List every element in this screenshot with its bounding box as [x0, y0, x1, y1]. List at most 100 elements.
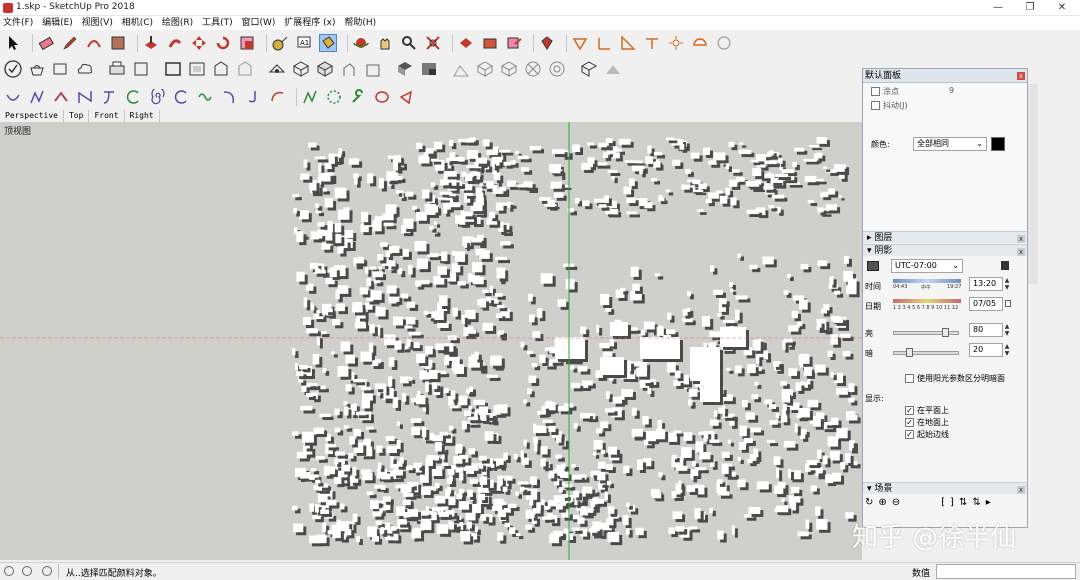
xray-icon[interactable]: [292, 60, 310, 78]
extension-warehouse-icon[interactable]: [481, 34, 499, 52]
green-curve-icon[interactable]: [301, 88, 319, 106]
check-icon[interactable]: [4, 60, 22, 78]
j-curve-icon[interactable]: [244, 88, 262, 106]
position-camera-icon[interactable]: [268, 60, 286, 78]
shaded-textures-icon[interactable]: [420, 60, 438, 78]
red-arc-curve-icon[interactable]: [268, 88, 286, 106]
jitter-point-checkbox[interactable]: [871, 87, 880, 96]
wave-curve-icon[interactable]: [196, 88, 214, 106]
cloud-icon[interactable]: [76, 60, 94, 78]
iso-view-icon[interactable]: [164, 60, 182, 78]
zoom-tool-icon[interactable]: [400, 34, 418, 52]
menu-camera[interactable]: 相机(C): [119, 16, 156, 30]
layers-section-header[interactable]: ▸ 图层 x: [863, 231, 1027, 243]
axes-icon[interactable]: [595, 34, 613, 52]
top-view-icon[interactable]: [188, 60, 206, 78]
minimize-button[interactable]: —: [986, 0, 1010, 16]
menu-window[interactable]: 窗口(W): [238, 16, 278, 30]
rectangle-tool-icon[interactable]: [109, 34, 127, 52]
follow-me-tool-icon[interactable]: [166, 34, 184, 52]
move-scene-down-icon[interactable]: ⁆: [950, 497, 954, 511]
ruby-console-icon[interactable]: [538, 34, 556, 52]
warehouse-icon[interactable]: [457, 34, 475, 52]
time-input[interactable]: 13:20: [969, 277, 1003, 291]
monochrome-icon[interactable]: [452, 60, 470, 78]
maximize-button[interactable]: ❐: [1018, 0, 1042, 16]
right-view-icon[interactable]: [236, 60, 254, 78]
geo-location-icon[interactable]: [691, 34, 709, 52]
light-spinner-icon[interactable]: ▲ ▼: [1003, 323, 1011, 337]
scene-details-icon[interactable]: ⇅: [972, 497, 980, 511]
light-slider-knob[interactable]: [942, 328, 949, 337]
scene-expand-icon[interactable]: ▸: [986, 497, 991, 511]
on-faces-checkbox[interactable]: ✓: [905, 406, 914, 415]
menu-help[interactable]: 帮助(H): [341, 16, 379, 30]
front-view-icon[interactable]: [212, 60, 230, 78]
spline-tool-icon[interactable]: [52, 88, 70, 106]
scenes-section-header[interactable]: ▾ 场景 x: [863, 482, 1027, 494]
dark-spinner-icon[interactable]: ▲ ▼: [1003, 343, 1011, 357]
t-curve-icon[interactable]: [100, 88, 118, 106]
eraser-tool-icon[interactable]: [37, 34, 55, 52]
menu-extensions[interactable]: 扩展程序 (x): [281, 16, 338, 30]
hidden-line-icon[interactable]: [364, 60, 382, 78]
menu-file[interactable]: 文件(F): [0, 16, 36, 30]
tag-hand-icon[interactable]: [52, 60, 70, 78]
credits-icon[interactable]: [22, 566, 32, 576]
circle-ring-icon[interactable]: [548, 60, 566, 78]
pencil-tool-icon[interactable]: [61, 34, 79, 52]
n-curve-icon[interactable]: [76, 88, 94, 106]
move-tool-icon[interactable]: [190, 34, 208, 52]
scene-tab-perspective[interactable]: Perspective: [0, 110, 64, 122]
menu-tools[interactable]: 工具(T): [199, 16, 236, 30]
shadow-settings-icon[interactable]: [1001, 261, 1009, 270]
box-view-1-icon[interactable]: [476, 60, 494, 78]
color-swatch[interactable]: [991, 137, 1005, 151]
measurements-input[interactable]: [936, 564, 1076, 579]
share-model-icon[interactable]: [505, 34, 523, 52]
arc-curve-icon[interactable]: [124, 88, 142, 106]
move-scene-up-icon[interactable]: ⁅: [941, 497, 945, 511]
dark-input[interactable]: 20: [969, 343, 1003, 357]
shaded-icon[interactable]: [396, 60, 414, 78]
zoom-extents-tool-icon[interactable]: [424, 34, 442, 52]
loop-curve-icon[interactable]: [172, 88, 190, 106]
color-mode-select[interactable]: 全部相同 ⌄: [913, 137, 987, 151]
back-edges-icon[interactable]: [316, 60, 334, 78]
section-plane-icon[interactable]: [571, 34, 589, 52]
arc-tool-icon[interactable]: [85, 34, 103, 52]
scale-tool-icon[interactable]: [238, 34, 256, 52]
jitter-checkbox[interactable]: [871, 101, 880, 110]
terrain-icon[interactable]: [604, 60, 622, 78]
scene-tab-right[interactable]: Right: [125, 110, 160, 122]
model-viewport[interactable]: 顶视图: [0, 122, 862, 560]
teapot-icon[interactable]: [28, 60, 46, 78]
circle-view-icon[interactable]: [524, 60, 542, 78]
calendar-icon[interactable]: [1005, 300, 1011, 307]
polyline-curve-icon[interactable]: [28, 88, 46, 106]
pan-tool-icon[interactable]: [376, 34, 394, 52]
paint-bucket-tool-icon[interactable]: [319, 34, 337, 52]
timezone-select[interactable]: UTC-07:00 ⌄: [891, 259, 963, 273]
sun-icon[interactable]: [667, 34, 685, 52]
cube-hand-icon[interactable]: [580, 60, 598, 78]
menu-edit[interactable]: 编辑(E): [39, 16, 76, 30]
bezier-curve-icon[interactable]: [4, 88, 22, 106]
select-tool-icon[interactable]: [4, 34, 22, 52]
from-edges-checkbox[interactable]: ✓: [905, 430, 914, 439]
text-tool-icon[interactable]: A1: [295, 34, 313, 52]
on-ground-checkbox[interactable]: ✓: [905, 418, 914, 427]
dark-slider-knob[interactable]: [906, 348, 913, 357]
scene-view-options-icon[interactable]: ⇅: [959, 497, 967, 511]
orbit-tool-icon[interactable]: [352, 34, 370, 52]
spiral-curve-icon[interactable]: [148, 88, 166, 106]
light-slider[interactable]: [893, 328, 959, 337]
scene-tab-front[interactable]: Front: [89, 110, 125, 122]
close-button[interactable]: ✕: [1050, 0, 1074, 16]
menu-draw[interactable]: 绘图(R): [159, 16, 196, 30]
tray-close-button[interactable]: x: [1017, 72, 1025, 80]
shadows-section-header[interactable]: ▾ 阴影 x: [863, 244, 1027, 256]
add-scene-icon[interactable]: ⊕: [878, 497, 886, 511]
date-input[interactable]: 07/05: [969, 297, 1003, 311]
wireframe-icon[interactable]: [340, 60, 358, 78]
